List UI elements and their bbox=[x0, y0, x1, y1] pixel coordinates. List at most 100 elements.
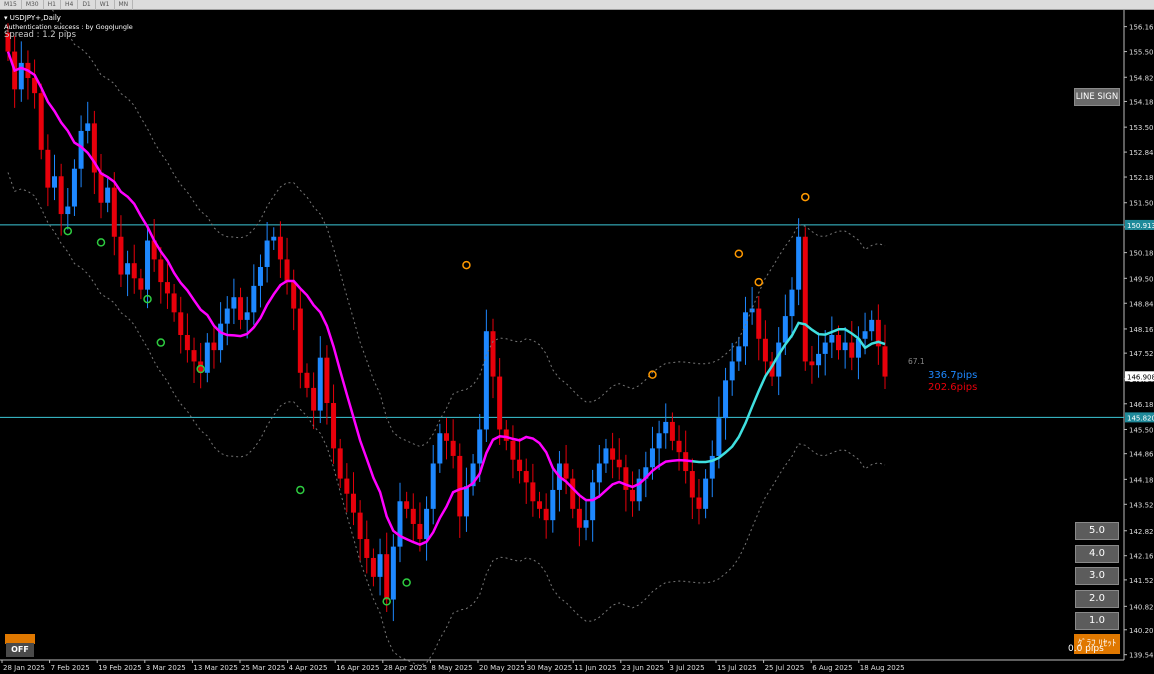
timeframe-d1[interactable]: D1 bbox=[78, 0, 96, 10]
candle-body bbox=[331, 403, 337, 449]
candle-body bbox=[882, 346, 888, 377]
price-label: 155.500 bbox=[1129, 49, 1154, 57]
date-label: 23 Jun 2025 bbox=[622, 664, 664, 672]
symbol-label: ▾ USDJPY+,Daily bbox=[4, 14, 61, 22]
candle-body bbox=[729, 361, 735, 381]
date-label: 25 Jul 2025 bbox=[765, 664, 805, 672]
candle-body bbox=[749, 308, 755, 313]
candle-body bbox=[603, 448, 609, 464]
timeframe-h1[interactable]: H1 bbox=[44, 0, 61, 10]
off-button[interactable]: OFF bbox=[6, 643, 34, 657]
pips-up-label: 336.7pips bbox=[928, 370, 977, 381]
candle-body bbox=[231, 297, 237, 309]
timeframe-mn[interactable]: MN bbox=[115, 0, 134, 10]
signal-marker bbox=[734, 249, 744, 258]
price-label: 149.500 bbox=[1129, 275, 1154, 283]
date-label: 28 Jan 2025 bbox=[3, 664, 45, 672]
candle-body bbox=[477, 429, 483, 464]
candle-body bbox=[444, 433, 449, 441]
price-chart[interactable]: 156.160 155.500 154.820 154.180 153.500 152.8… bbox=[0, 10, 1154, 674]
candle-body bbox=[630, 489, 636, 502]
price-label: 151.500 bbox=[1129, 200, 1154, 208]
candle-body bbox=[782, 316, 788, 343]
candle-body bbox=[264, 240, 270, 267]
date-label: 28 Apr 2025 bbox=[384, 664, 427, 672]
date-label: 3 Jul 2025 bbox=[669, 664, 704, 672]
candle-body bbox=[311, 387, 317, 411]
candle-body bbox=[543, 508, 549, 521]
signal-marker bbox=[754, 277, 764, 287]
pips-down-label: 202.6pips bbox=[928, 382, 977, 393]
candle-body bbox=[483, 331, 489, 430]
candle-body bbox=[58, 176, 64, 215]
candle-body bbox=[550, 489, 556, 521]
candle-body bbox=[350, 493, 356, 513]
candle-body bbox=[38, 93, 44, 150]
date-label: 8 May 2025 bbox=[431, 664, 472, 672]
candle-body bbox=[530, 482, 536, 502]
candle-body bbox=[842, 342, 848, 351]
candle-body bbox=[762, 338, 768, 362]
candle-body bbox=[809, 361, 815, 366]
candle-body bbox=[224, 308, 230, 324]
candle-body bbox=[457, 455, 463, 517]
date-label: 13 Mar 2025 bbox=[193, 664, 237, 672]
candle-body bbox=[430, 463, 436, 509]
timeframe-h4[interactable]: H4 bbox=[61, 0, 79, 10]
candle-body bbox=[716, 418, 722, 456]
candle-body bbox=[357, 512, 363, 540]
price-label: 142.820 bbox=[1129, 528, 1154, 536]
candle-body bbox=[111, 187, 117, 237]
price-marker-label: 146.908 bbox=[1127, 373, 1154, 381]
candle-body bbox=[364, 539, 370, 558]
candle-body bbox=[337, 448, 343, 479]
candle-body bbox=[404, 501, 410, 509]
candle-body bbox=[869, 319, 875, 332]
price-label: 142.160 bbox=[1129, 553, 1154, 561]
price-label: 147.520 bbox=[1129, 350, 1154, 358]
level-2-button[interactable]: 2.0 bbox=[1075, 590, 1119, 608]
candle-body bbox=[218, 323, 224, 351]
timeframe-m30[interactable]: M30 bbox=[22, 0, 44, 10]
candle-body bbox=[649, 448, 655, 468]
ma-line-magenta bbox=[6, 51, 693, 547]
candle-body bbox=[656, 433, 662, 449]
candle-body bbox=[510, 440, 516, 460]
signal-marker bbox=[801, 192, 810, 202]
level-4-button[interactable]: 4.0 bbox=[1075, 545, 1119, 563]
candle-body bbox=[669, 421, 675, 441]
level-3-button[interactable]: 3.0 bbox=[1075, 567, 1119, 585]
candle-body bbox=[390, 546, 396, 600]
price-label: 150.180 bbox=[1129, 250, 1154, 258]
candle-body bbox=[85, 123, 91, 131]
date-label: 20 May 2025 bbox=[479, 664, 525, 672]
pips-readout: 0.0 pips bbox=[1068, 644, 1104, 654]
candle-body bbox=[802, 236, 808, 362]
candle-body bbox=[570, 478, 576, 509]
candle-body bbox=[105, 187, 111, 203]
timeframe-m15[interactable]: M15 bbox=[0, 0, 22, 10]
candle-body bbox=[736, 346, 742, 362]
signal-marker bbox=[462, 260, 471, 270]
spread-label: Spread : 1.2 pips bbox=[4, 30, 77, 40]
candle-body bbox=[198, 361, 204, 373]
timeframe-w1[interactable]: W1 bbox=[96, 0, 115, 10]
candle-body bbox=[463, 486, 469, 517]
candle-body bbox=[277, 236, 283, 260]
candle-body bbox=[71, 168, 77, 207]
candle-body bbox=[563, 463, 569, 479]
candle-body bbox=[862, 331, 868, 339]
candle-body bbox=[523, 471, 529, 483]
date-label: 16 Apr 2025 bbox=[336, 664, 379, 672]
level-1-button[interactable]: 1.0 bbox=[1075, 612, 1119, 630]
candle-body bbox=[211, 342, 217, 351]
level-5-button[interactable]: 5.0 bbox=[1075, 522, 1119, 540]
candle-body bbox=[171, 293, 177, 313]
price-label: 141.520 bbox=[1129, 577, 1154, 585]
date-label: 3 Mar 2025 bbox=[146, 664, 186, 672]
line-sign-button[interactable]: LINE SIGN bbox=[1074, 88, 1120, 106]
candle-body bbox=[138, 278, 144, 290]
date-label: 19 Feb 2025 bbox=[98, 664, 142, 672]
candle-body bbox=[756, 308, 762, 339]
candle-body bbox=[125, 263, 131, 275]
